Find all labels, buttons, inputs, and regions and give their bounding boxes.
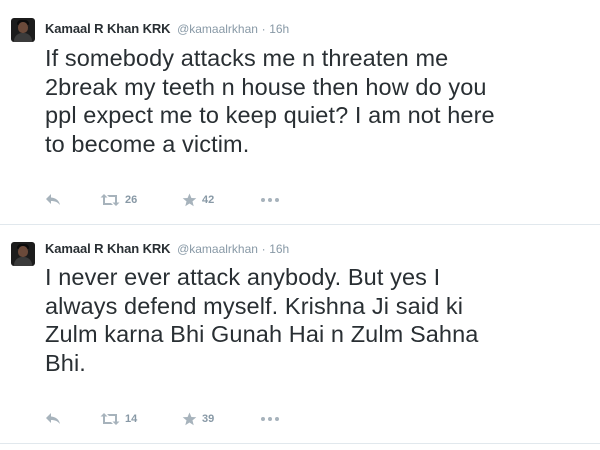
tweet-text-line: always defend myself. Krishna Ji said ki xyxy=(45,292,464,319)
tweet-text-line: Zulm karna Bhi Gunah Hai n Zulm Sahna xyxy=(45,321,479,347)
retweet-icon xyxy=(100,413,120,425)
retweet-button[interactable]: 14 xyxy=(100,411,137,427)
tweet-header: Kamaal R Khan KRK @kamaalrkhan · 16h xyxy=(45,21,289,37)
tweet-actions: 14 39 xyxy=(45,411,345,427)
favorite-button[interactable]: 42 xyxy=(182,192,214,208)
reply-icon xyxy=(46,194,60,205)
more-dots-icon xyxy=(261,417,279,421)
tweet-text-line: If somebody attacks me n threaten me xyxy=(45,45,449,71)
header-separator: · xyxy=(261,22,266,36)
tweet-text-line: to become a victim. xyxy=(45,130,250,157)
author-handle[interactable]: @kamaalrkhan xyxy=(177,22,258,36)
header-separator: · xyxy=(261,242,266,256)
author-name[interactable]: Kamaal R Khan KRK xyxy=(45,241,171,256)
more-button[interactable] xyxy=(260,411,280,427)
tweet-header: Kamaal R Khan KRK @kamaalrkhan · 16h xyxy=(45,241,289,257)
favorite-count: 39 xyxy=(202,413,215,425)
timestamp[interactable]: 16h xyxy=(269,242,289,256)
more-button[interactable] xyxy=(260,192,280,208)
retweet-count: 14 xyxy=(125,413,138,425)
tweet-feed: Kamaal R Khan KRK @kamaalrkhan · 16h If … xyxy=(0,0,600,450)
retweet-button[interactable]: 26 xyxy=(100,192,137,208)
reply-icon xyxy=(46,413,60,424)
reply-button[interactable] xyxy=(45,411,61,427)
tweet-actions: 26 42 xyxy=(45,192,345,208)
tweet-text: If somebody attacks me n threaten me 2br… xyxy=(45,44,585,158)
tweet-text-line: ppl expect me to keep quiet? I am not he… xyxy=(45,102,495,128)
retweet-count: 26 xyxy=(125,194,138,206)
tweet-text-line: 2break my teeth n house then how do you xyxy=(45,73,487,100)
author-name[interactable]: Kamaal R Khan KRK xyxy=(45,21,171,36)
avatar[interactable] xyxy=(11,242,35,266)
favorite-count: 42 xyxy=(202,194,215,206)
star-icon xyxy=(182,412,197,426)
author-handle[interactable]: @kamaalrkhan xyxy=(177,242,258,256)
favorite-button[interactable]: 39 xyxy=(182,411,214,427)
tweet[interactable]: Kamaal R Khan KRK @kamaalrkhan · 16h If … xyxy=(0,0,600,224)
retweet-icon xyxy=(100,194,120,206)
tweet-text-line: I never ever attack anybody. But yes I xyxy=(45,264,441,290)
reply-button[interactable] xyxy=(45,192,61,208)
tweet-text-line: Bhi. xyxy=(45,349,86,376)
star-icon xyxy=(182,193,197,207)
timestamp[interactable]: 16h xyxy=(269,22,289,36)
avatar[interactable] xyxy=(11,18,35,42)
more-dots-icon xyxy=(261,198,279,202)
tweet-divider xyxy=(0,443,600,444)
tweet-text: I never ever attack anybody. But yes I a… xyxy=(45,263,585,377)
tweet[interactable]: Kamaal R Khan KRK @kamaalrkhan · 16h I n… xyxy=(0,225,600,443)
